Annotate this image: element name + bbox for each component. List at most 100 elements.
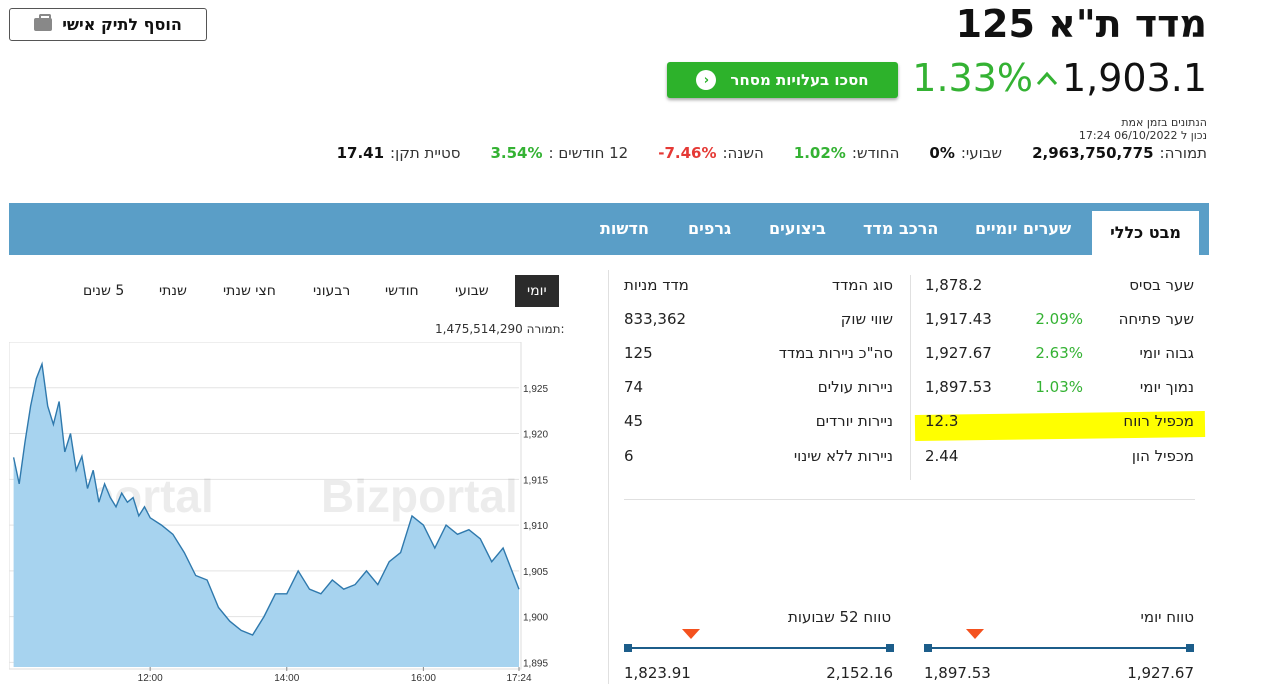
stat-item: החודש: 1.02% <box>794 144 900 162</box>
tab-index-composition[interactable]: הרכב מדד <box>863 203 938 255</box>
tab-bar: מבט כללי שערים יומיים הרכב מדד ביצועים ג… <box>9 203 1209 255</box>
stat-item: תמורה: 2,963,750,775 <box>1032 144 1207 162</box>
stat-item: סטיית תקן: 17.41 <box>337 144 461 162</box>
index-info-value: מדד מניות <box>624 276 689 294</box>
index-info-value: 833,362 <box>624 310 687 328</box>
week52-range-label: טווח 52 שבועות <box>788 608 892 626</box>
x-tick-label: 16:00 <box>411 673 436 684</box>
quote-row-value: 2.44 <box>925 447 959 465</box>
daily-range-bar <box>928 647 1190 649</box>
quote-row-label: שער בסיס <box>1129 276 1194 294</box>
stat-value: 2,963,750,775 <box>1032 144 1154 162</box>
index-info-label: סה"כ ניירות במדד <box>778 344 893 362</box>
index-info-value: 74 <box>624 378 644 396</box>
watermark-text: Bizportal <box>321 470 518 522</box>
tab-news[interactable]: חדשות <box>600 203 649 255</box>
range-half-year[interactable]: חצי שנתי <box>223 275 276 307</box>
index-info-label: ניירות עולים <box>817 378 893 396</box>
quote-row-value: 1,917.43 <box>925 310 992 328</box>
quote-row-percent: 2.63% <box>1035 344 1083 362</box>
tab-daily-rates[interactable]: שערים יומיים <box>975 203 1071 255</box>
stat-label: החודש: <box>851 144 900 162</box>
stat-value: 1.02% <box>793 144 846 162</box>
quote-row-label: מכפיל רווח <box>1123 412 1194 430</box>
week52-range-bar <box>628 647 890 649</box>
index-price: 1,903.1 <box>1061 56 1207 100</box>
index-info-label: שווי שוק <box>840 310 893 328</box>
stat-value: 0% <box>929 144 955 162</box>
chart-volume-value: 1,475,514,290 <box>435 322 523 336</box>
add-to-portfolio-button[interactable]: הוסף לתיק אישי <box>9 8 207 41</box>
daily-range-current-indicator <box>966 629 985 639</box>
y-tick-label: 1,905 <box>523 567 548 578</box>
index-info-value: 45 <box>624 412 644 430</box>
index-info-value: 6 <box>624 447 634 465</box>
index-info-value: 125 <box>624 344 653 362</box>
week52-range-low: 1,823.91 <box>624 664 691 682</box>
quote-row-label: מכפיל הון <box>1131 447 1194 465</box>
stats-strip: תמורה: 2,963,750,775 שבועי: 0% החודש: 1.02% הש… <box>307 144 1207 162</box>
add-to-portfolio-label: הוסף לתיק אישי <box>62 15 182 34</box>
range-weekly[interactable]: שבועי <box>455 275 489 307</box>
quote-row-label: נמוך יומי <box>1139 378 1194 396</box>
y-tick-label: 1,900 <box>523 613 548 624</box>
arrow-up-icon <box>1036 71 1058 86</box>
tab-overview[interactable]: מבט כללי <box>1092 211 1199 255</box>
quote-row-value: 12.3 <box>925 412 959 430</box>
chart-volume-label: תמורה: <box>526 322 565 336</box>
stat-item: השנה: -7.46% <box>658 144 764 162</box>
index-info-label: ניירות ללא שינוי <box>793 447 893 465</box>
tab-charts[interactable]: גרפים <box>688 203 731 255</box>
y-tick-label: 1,925 <box>523 384 548 395</box>
realtime-label: הנתונים בזמן אמת <box>1121 116 1207 129</box>
week52-range-high: 2,152.16 <box>826 664 893 682</box>
quote-row-label: שער פתיחה <box>1118 310 1194 328</box>
stat-label: 12 חודשים : <box>548 144 629 162</box>
daily-range-low: 1,897.53 <box>924 664 991 682</box>
x-tick-label: 12:00 <box>138 673 163 684</box>
y-tick-label: 1,895 <box>523 658 548 669</box>
save-trading-fees-button[interactable]: חסכו בעלויות מסחר ‹ <box>667 62 898 98</box>
stat-label: תמורה: <box>1159 144 1207 162</box>
y-tick-label: 1,915 <box>523 475 548 486</box>
y-tick-label: 1,910 <box>523 521 548 532</box>
daily-range-high: 1,927.67 <box>1127 664 1194 682</box>
chart-volume: 1,475,514,290 תמורה: <box>435 322 565 336</box>
y-tick-label: 1,920 <box>523 430 548 441</box>
x-tick-label: 14:00 <box>274 673 299 684</box>
column-divider <box>608 270 609 684</box>
quote-row-label: גבוה יומי <box>1139 344 1195 362</box>
quote-row-percent: 2.09% <box>1035 310 1083 328</box>
chevron-left-icon: ‹ <box>696 70 717 90</box>
range-yearly[interactable]: שנתי <box>159 275 187 307</box>
y-axis-ticks: 1,925 1,920 1,915 1,910 1,905 1,900 1,895 <box>523 384 548 670</box>
price-change-percent: 1.33% <box>912 56 1033 100</box>
range-quarterly[interactable]: רבעוני <box>313 275 350 307</box>
daily-range-high-marker <box>1186 644 1194 652</box>
table-divider <box>910 275 911 480</box>
section-divider <box>624 499 1195 500</box>
daily-range-label: טווח יומי <box>1140 608 1194 626</box>
stat-label: שבועי: <box>960 144 1003 162</box>
intraday-chart[interactable]: Bizportal Bizportal 1,9251,9201,9151,9101… <box>9 342 561 684</box>
stat-item: 12 חודשים : 3.54% <box>490 144 628 162</box>
quote-row-value: 1,927.67 <box>925 344 992 362</box>
x-tick-label: 17:24 <box>506 673 531 684</box>
range-daily[interactable]: יומי <box>515 275 559 307</box>
trade-button-label: חסכו בעלויות מסחר <box>730 71 869 89</box>
quote-row-value: 1,878.2 <box>925 276 983 294</box>
stat-item: שבועי: 0% <box>929 144 1002 162</box>
stat-value: -7.46% <box>658 144 717 162</box>
index-info-label: סוג המדד <box>831 276 893 294</box>
stat-value: 3.54% <box>490 144 543 162</box>
briefcase-icon <box>34 14 53 31</box>
index-info-label: ניירות יורדים <box>815 412 893 430</box>
updated-timestamp: נכון ל 06/10/2022 17:24 <box>1078 129 1207 142</box>
quote-row-value: 1,897.53 <box>925 378 992 396</box>
stat-value: 17.41 <box>336 144 385 162</box>
stat-label: השנה: <box>722 144 764 162</box>
tab-performance[interactable]: ביצועים <box>769 203 826 255</box>
week52-range-current-indicator <box>681 629 700 639</box>
range-5-years[interactable]: 5 שנים <box>83 275 124 307</box>
range-monthly[interactable]: חודשי <box>385 275 419 307</box>
